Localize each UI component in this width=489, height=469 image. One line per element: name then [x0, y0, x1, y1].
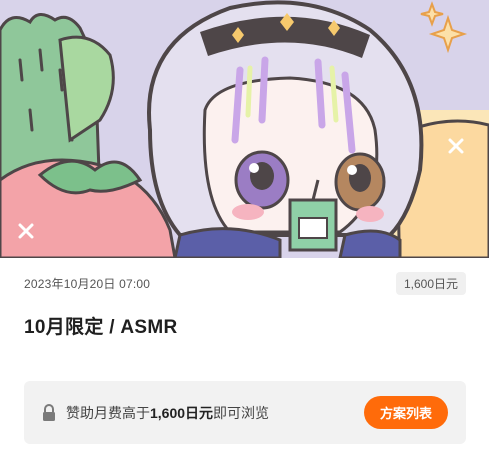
unlock-text-prefix: 赞助月费高于 — [66, 404, 150, 421]
unlock-requirement-text: 赞助月费高于1,600日元即可浏览 — [66, 403, 364, 423]
post-card: 2023年10月20日 07:00 1,600日元 10月限定 / ASMR 赞… — [0, 0, 489, 469]
unlock-amount: 1,600日元 — [150, 404, 214, 421]
plan-list-button[interactable]: 方案列表 — [363, 396, 448, 429]
price-badge: 1,600日元 — [395, 271, 466, 295]
post-cover-image[interactable] — [0, 0, 489, 258]
cover-illustration — [0, 0, 489, 258]
locked-content-panel: 赞助月费高于1,600日元即可浏览 方案列表 — [24, 381, 466, 444]
unlock-text-suffix: 即可浏览 — [213, 404, 270, 421]
post-meta-row: 2023年10月20日 07:00 1,600日元 — [24, 271, 466, 295]
lock-icon — [42, 403, 56, 422]
post-title[interactable]: 10月限定 / ASMR — [24, 312, 178, 339]
post-date: 2023年10月20日 07:00 — [24, 276, 151, 291]
